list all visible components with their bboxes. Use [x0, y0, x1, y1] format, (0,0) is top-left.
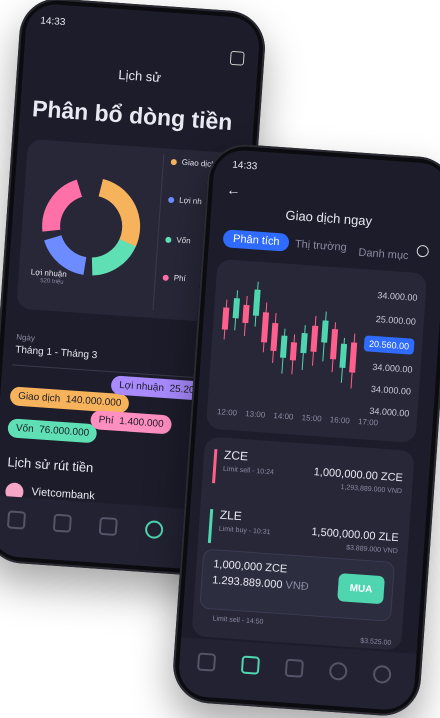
buy-amount: 1,000,000 ZCE: [212, 558, 288, 576]
price-tick: 34.000.00: [370, 383, 412, 397]
orders-card: ZCE Limit sell - 10:24 1,000,000.00 ZCE …: [191, 436, 415, 651]
legend-loi-nhuan: Lợi nh: [167, 195, 202, 206]
legend-phi: Phí: [162, 273, 186, 283]
screen-title: Giao dịch ngay: [285, 207, 373, 229]
side-indicator: [212, 449, 218, 484]
buy-button[interactable]: MUA: [337, 573, 385, 605]
side-indicator: [207, 508, 214, 544]
donut-sublabel: 520 triệu: [39, 278, 64, 286]
buy-vnd: 1.293.889.000 VNĐ: [211, 574, 310, 593]
home-icon[interactable]: [196, 652, 217, 672]
add-icon[interactable]: [284, 658, 304, 678]
pill-phi[interactable]: Phí 1.400.000: [90, 409, 173, 435]
candlestick-chart: 34.000.00 25.000.00 20.560.00 34.000.00 …: [205, 258, 428, 444]
order-amount: 1,000,000.00 ZCE: [313, 466, 404, 485]
order-vnd: $3.525.00: [359, 637, 392, 647]
time-axis: 12:00 13:00 14:00 15:00 16:00 17:00: [216, 407, 379, 428]
donut-chart: [42, 177, 141, 276]
current-price: 20.560.00: [363, 335, 415, 355]
order-type: Limit sell - 10:24: [222, 465, 275, 477]
tab-portfolio[interactable]: Danh mục: [358, 247, 409, 262]
chart-icon[interactable]: [52, 513, 72, 533]
order-amount: 1,500,000.00 ZLE: [310, 526, 400, 545]
filter-icon[interactable]: [229, 50, 245, 66]
tab-market[interactable]: Thị trường: [294, 238, 347, 254]
order-type: Limit buy - 10:31: [218, 525, 271, 537]
pill-von[interactable]: Vốn 76.000.000: [7, 418, 98, 444]
price-tick: 25.000.00: [375, 314, 417, 327]
order-symbol: ZCE: [223, 447, 249, 464]
divider: [152, 154, 165, 311]
page-title: Phân bổ dòng tiền: [31, 95, 234, 136]
home-icon[interactable]: [6, 510, 27, 530]
order-symbol: ZLE: [219, 507, 243, 524]
legend-von: Vốn: [165, 235, 191, 245]
withdraw-title: Lịch sử rút tiền: [7, 454, 94, 476]
history-icon[interactable]: [328, 661, 348, 681]
order-type: Limit sell - 14:50: [212, 615, 264, 626]
search-icon[interactable]: [416, 244, 430, 258]
price-tick: 34.000.00: [372, 361, 413, 375]
order-vnd: 1,293,889.000 VND: [340, 484, 403, 496]
date-range[interactable]: Tháng 1 - Tháng 3: [15, 345, 98, 362]
chart-icon[interactable]: [240, 655, 261, 675]
candles: [221, 281, 358, 389]
trade-screen: 14:33 ← Giao dịch ngay Phân tích Thị trư…: [177, 148, 440, 712]
back-icon[interactable]: ←: [226, 181, 241, 198]
status-time: 14:33: [39, 15, 66, 29]
history-icon[interactable]: [144, 520, 164, 540]
buy-box: 1,000,000 ZCE 1.293.889.000 VNĐ MUA: [199, 548, 395, 622]
status-time: 14:33: [231, 159, 258, 173]
screen-title: Lịch sử: [117, 67, 162, 85]
date-label: Ngày: [15, 332, 36, 343]
profile-icon[interactable]: [372, 664, 392, 684]
price-tick: 34.000.00: [369, 405, 410, 419]
order-vnd: $3.889.000 VND: [345, 544, 398, 556]
price-tick: 34.000.00: [377, 290, 418, 303]
tab-analysis[interactable]: Phân tích: [222, 229, 291, 252]
phone-trade: 14:33 ← Giao dịch ngay Phân tích Thị trư…: [170, 142, 440, 718]
add-icon[interactable]: [98, 516, 118, 537]
